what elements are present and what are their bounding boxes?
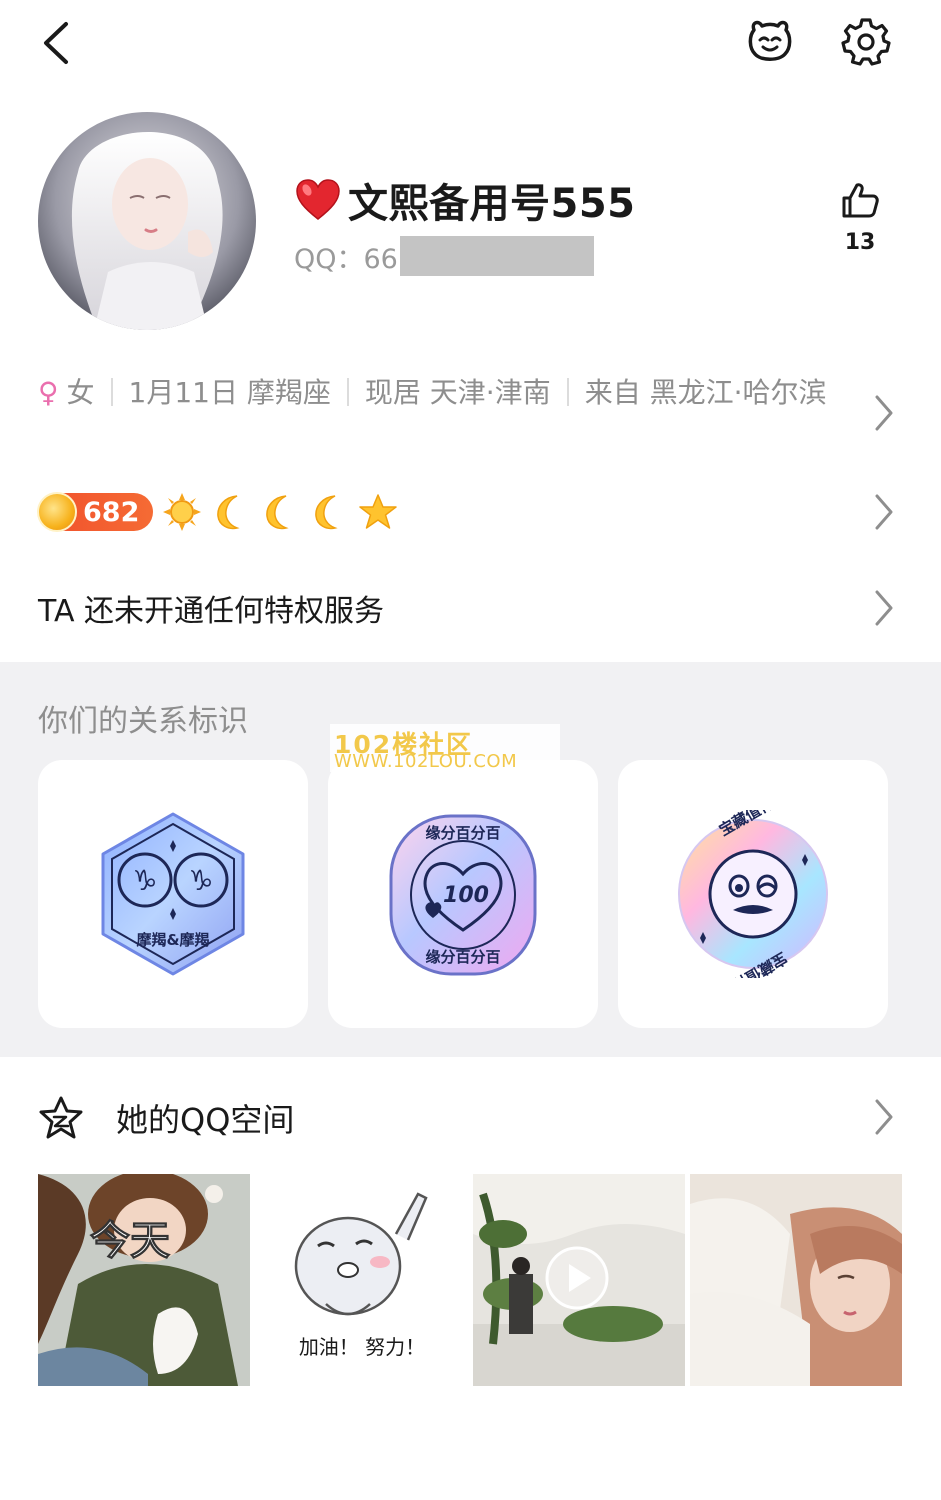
qq-zone-title: 她的QQ空间 xyxy=(116,1101,295,1139)
photo-video-plants-icon xyxy=(473,1174,685,1386)
watermark-line2: WWW.102LOU.COM xyxy=(334,751,518,772)
qzone-star-icon xyxy=(39,1096,83,1139)
zone-photo[interactable] xyxy=(690,1174,902,1386)
points-value: 682 xyxy=(83,496,140,528)
svg-text:♑: ♑ xyxy=(132,864,157,897)
photo-selfie-icon xyxy=(690,1174,902,1386)
photo-caption: 今天 xyxy=(90,1218,170,1264)
like-button[interactable]: 13 xyxy=(832,180,888,255)
relation-card-treasure[interactable]: 宝藏值得挖掘 宝藏值得挖掘 xyxy=(618,760,888,1028)
nickname-row: 文熙备用号555 xyxy=(294,172,636,228)
back-icon[interactable] xyxy=(38,18,78,68)
relations-title: 你们的关系标识 xyxy=(38,704,248,739)
female-icon: ♀ xyxy=(38,376,59,409)
level-row[interactable]: 682 xyxy=(37,490,398,534)
svg-text:♑: ♑ xyxy=(188,864,213,897)
points-badge: 682 xyxy=(37,492,154,532)
moon-icon xyxy=(217,495,241,530)
star-icon xyxy=(359,494,398,529)
sun-icon xyxy=(163,493,202,531)
fate-score: 100 xyxy=(443,883,489,908)
top-bar xyxy=(0,0,941,90)
treasure-face-badge-icon: 宝藏值得挖掘 宝藏值得挖掘 xyxy=(678,810,828,978)
coin-icon xyxy=(37,492,77,532)
info-chevron-right-icon[interactable] xyxy=(872,393,896,433)
qq-number: QQ：66 xyxy=(294,243,398,275)
relation-card-label: 缘分百分百 xyxy=(425,948,500,966)
gender: 女 xyxy=(66,376,95,409)
relation-card-fate[interactable]: 100 缘分百分百 缘分百分百 xyxy=(328,760,598,1028)
zone-photo[interactable]: 今天 xyxy=(38,1174,250,1386)
photo-caption: 加油！ 努力！ xyxy=(299,1335,425,1359)
photo-hamster-sticker-icon: 加油！ 努力！ xyxy=(256,1174,468,1386)
qq-zone-row[interactable]: 她的QQ空间 xyxy=(38,1092,294,1144)
birthday: 1月11日 摩羯座 xyxy=(128,376,331,409)
like-count: 13 xyxy=(844,230,876,255)
site-watermark: 102楼社区 WWW.102LOU.COM xyxy=(330,724,560,772)
nickname: 文熙备用号555 xyxy=(348,181,636,227)
hometown: 来自 黑龙江·哈尔滨 xyxy=(584,376,827,409)
moon-icon xyxy=(266,495,290,530)
avatar[interactable] xyxy=(38,112,256,330)
privilege-row[interactable]: TA 还未开通任何特权服务 xyxy=(38,586,384,630)
qq-number-row: QQ：66 xyxy=(294,236,594,276)
residence: 现居 天津·津南 xyxy=(364,376,551,409)
capricorn-badge-icon: ♑ ♑ 摩羯&摩羯 xyxy=(101,812,245,976)
thumbs-up-icon xyxy=(842,183,879,218)
relation-card-capricorn[interactable]: ♑ ♑ 摩羯&摩羯 xyxy=(38,760,308,1028)
heart-100-badge-icon: 100 缘分百分百 缘分百分百 xyxy=(389,814,537,976)
zone-photo[interactable]: 加油！ 努力！ xyxy=(256,1174,468,1386)
privilege-chevron-right-icon[interactable] xyxy=(872,588,896,628)
photo-girl-sweater-icon: 今天 xyxy=(38,1174,250,1386)
zone-chevron-right-icon[interactable] xyxy=(872,1097,896,1137)
pet-face-icon[interactable] xyxy=(745,16,795,66)
level-chevron-right-icon[interactable] xyxy=(872,492,896,532)
profile-info-row[interactable]: ♀ 女 1月11日 摩羯座 现居 天津·津南 来自 黑龙江·哈尔滨 xyxy=(38,372,828,413)
moon-icon xyxy=(315,495,339,530)
gear-icon[interactable] xyxy=(841,16,891,66)
red-heart-icon xyxy=(294,176,342,224)
relation-card-label: 缘分百分百 xyxy=(425,824,500,842)
divider xyxy=(110,378,113,406)
zone-photo[interactable] xyxy=(473,1174,685,1386)
qq-number-mask xyxy=(399,236,594,276)
divider xyxy=(346,378,349,406)
divider xyxy=(566,378,569,406)
relation-card-label: 摩羯&摩羯 xyxy=(136,931,209,949)
